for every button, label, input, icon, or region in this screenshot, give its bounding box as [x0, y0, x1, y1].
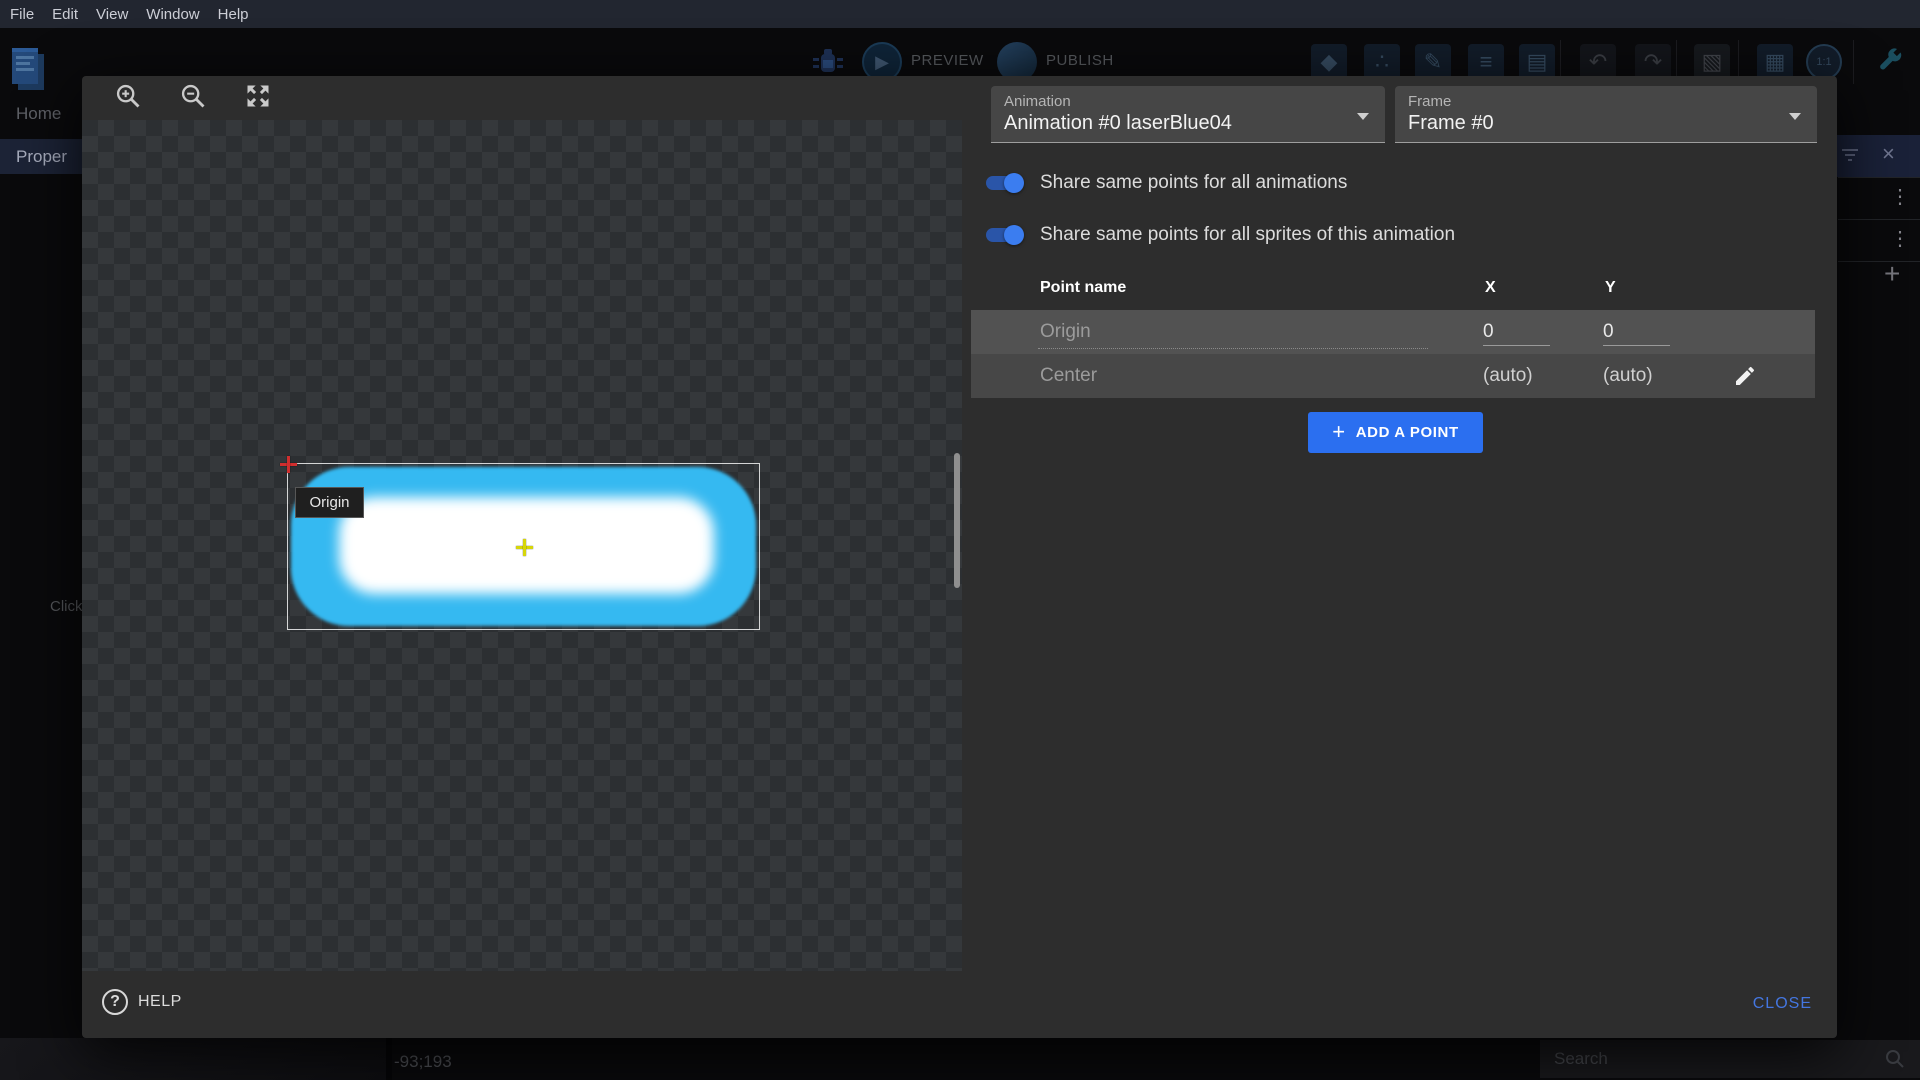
plus-icon: +	[1332, 419, 1345, 445]
column-header-point-name: Point name	[1040, 279, 1126, 297]
animation-select-label: Animation	[1004, 93, 1071, 110]
fit-to-view-icon[interactable]	[244, 82, 272, 110]
plus-icon[interactable]: +	[1884, 258, 1900, 290]
edit-points-dialog: Origin Animation Animation #0 laserBlue0…	[82, 76, 1837, 1038]
mask-icon[interactable]: ▧	[1694, 44, 1730, 80]
add-point-button[interactable]: + ADD A POINT	[1308, 412, 1483, 453]
publish-button-label[interactable]: PUBLISH	[1046, 52, 1114, 69]
status-bar-left	[0, 1038, 386, 1080]
filter-icon[interactable]	[1842, 149, 1860, 163]
animation-select[interactable]: Animation Animation #0 laserBlue04	[991, 86, 1385, 143]
add-object-icon[interactable]: ◆	[1311, 44, 1347, 80]
points-panel: Animation Animation #0 laserBlue04 Frame…	[962, 76, 1837, 971]
search-input[interactable]	[1554, 1040, 1854, 1078]
animation-select-value: Animation #0 laserBlue04	[1004, 112, 1232, 135]
kebab-menu-icon[interactable]: ⋮	[1890, 184, 1910, 209]
share-points-all-sprites-toggle[interactable]	[980, 222, 1026, 248]
redo-icon[interactable]: ↷	[1635, 44, 1671, 80]
point-y-field[interactable]: 0	[1603, 321, 1670, 346]
cursor-coordinates: -93;193	[394, 1052, 452, 1072]
share-points-all-animations-toggle[interactable]	[980, 170, 1026, 196]
grid-icon[interactable]: ▦	[1757, 44, 1793, 80]
origin-marker-tooltip: Origin	[295, 487, 364, 518]
menu-view[interactable]: View	[96, 6, 128, 23]
debug-icon[interactable]	[809, 46, 847, 80]
column-header-y: Y	[1605, 279, 1616, 297]
dialog-footer: ? HELP CLOSE	[82, 971, 1837, 1038]
kebab-menu-icon[interactable]: ⋮	[1890, 226, 1910, 251]
add-point-button-label: ADD A POINT	[1356, 424, 1459, 441]
frame-select-label: Frame	[1408, 93, 1451, 110]
properties-hint-text: Click	[50, 598, 83, 615]
tab-properties-label: Proper	[16, 147, 67, 167]
point-name-field: Origin	[1040, 321, 1091, 343]
menu-file[interactable]: File	[10, 6, 34, 23]
zoom-in-icon[interactable]	[114, 82, 142, 110]
point-x-field[interactable]: 0	[1483, 321, 1550, 346]
search-box	[1540, 1040, 1920, 1078]
close-button[interactable]: CLOSE	[1753, 995, 1812, 1013]
table-row-center[interactable]: Center (auto) (auto)	[971, 354, 1815, 398]
menu-edit[interactable]: Edit	[52, 6, 78, 23]
share-points-all-sprites-label: Share same points for all sprites of thi…	[1040, 224, 1455, 246]
sprite-bounding-box: Origin	[287, 463, 760, 630]
edit-icon[interactable]: ✎	[1415, 44, 1451, 80]
menu-help[interactable]: Help	[218, 6, 249, 23]
zoom-ratio-icon[interactable]: 1:1	[1806, 44, 1842, 80]
table-row-origin[interactable]: Origin 0 0	[971, 310, 1815, 354]
behaviors-icon[interactable]: ∴	[1364, 44, 1400, 80]
search-icon[interactable]	[1884, 1048, 1906, 1070]
events-icon[interactable]: ≡	[1468, 44, 1504, 80]
scene-editor-icon	[10, 46, 46, 92]
edit-center-point-icon[interactable]	[1733, 364, 1757, 388]
help-icon: ?	[102, 989, 128, 1015]
chevron-down-icon	[1357, 113, 1369, 120]
objects-panel-header: ×	[1830, 135, 1920, 177]
point-name-field: Center	[1040, 365, 1097, 387]
help-button[interactable]: ? HELP	[102, 989, 182, 1015]
preview-scrollbar[interactable]	[954, 453, 960, 588]
sprite-preview-canvas[interactable]: Origin	[82, 120, 962, 971]
frame-select-value: Frame #0	[1408, 112, 1494, 135]
point-y-auto-value: (auto)	[1603, 365, 1653, 387]
close-icon[interactable]: ×	[1882, 141, 1895, 167]
zoom-out-icon[interactable]	[179, 82, 207, 110]
wrench-icon[interactable]	[1872, 44, 1908, 80]
status-bar-divider	[386, 1038, 392, 1080]
column-header-x: X	[1485, 279, 1496, 297]
frame-select[interactable]: Frame Frame #0	[1395, 86, 1817, 143]
preview-button-label[interactable]: PREVIEW	[911, 52, 984, 69]
tab-properties[interactable]: Proper	[0, 139, 82, 174]
menu-window[interactable]: Window	[146, 6, 199, 23]
undo-icon[interactable]: ↶	[1580, 44, 1616, 80]
share-points-all-animations-label: Share same points for all animations	[1040, 172, 1347, 194]
chevron-down-icon	[1789, 113, 1801, 120]
point-x-auto-value: (auto)	[1483, 365, 1533, 387]
menu-bar: File Edit View Window Help	[0, 0, 1920, 28]
help-button-label: HELP	[138, 993, 182, 1011]
tab-home[interactable]: Home	[16, 104, 61, 124]
layers-icon[interactable]: ▤	[1519, 44, 1555, 80]
